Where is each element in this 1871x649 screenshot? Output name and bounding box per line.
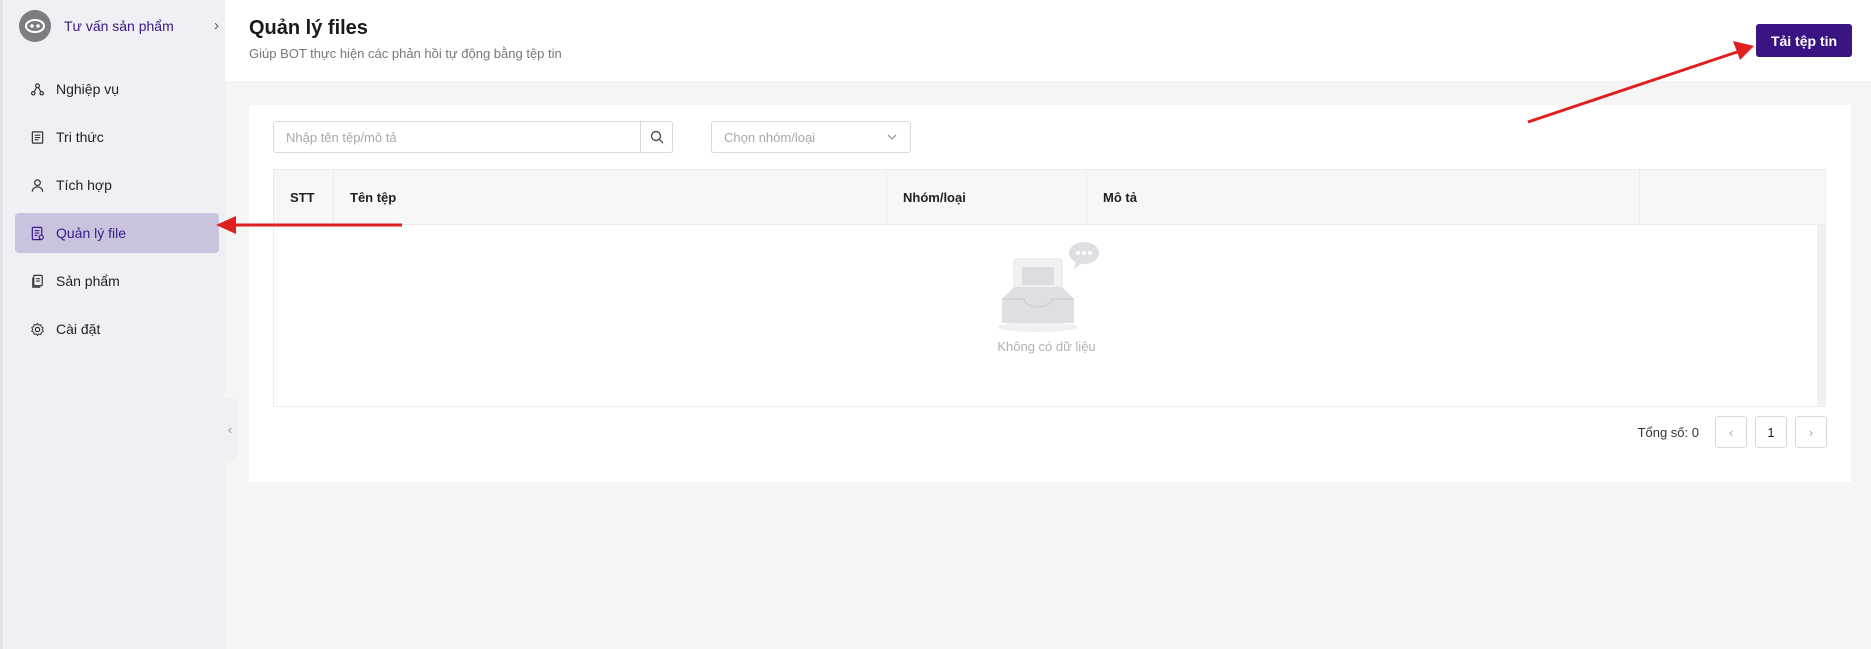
total-count: Tổng số: 0: [1637, 424, 1699, 440]
collapse-sidebar-button[interactable]: ‹: [222, 398, 238, 460]
bot-avatar: [19, 10, 51, 42]
prev-page-button[interactable]: ‹: [1715, 416, 1747, 448]
files-table: STT Tên tệp Nhóm/loại Mô tả Không có dữ …: [273, 169, 1826, 407]
sidebar-item-label: Cài đặt: [56, 321, 101, 337]
column-header-nhom-loai: Nhóm/loại: [887, 170, 1087, 225]
gear-icon: [29, 321, 45, 337]
table-scrollbar[interactable]: [1817, 225, 1825, 407]
bot-name: Tư vấn sản phẩm: [64, 18, 174, 34]
search-button[interactable]: [640, 122, 672, 152]
document-list-icon: [29, 129, 45, 145]
empty-inbox-icon: [997, 242, 1099, 332]
column-header-actions: [1640, 170, 1825, 225]
sidebar-menu: Nghiệp vụ Tri thức Tích hợp Quản lý file…: [15, 69, 219, 357]
sidebar-item-label: Tri thức: [56, 129, 104, 145]
group-select-placeholder: Chọn nhóm/loại: [724, 129, 816, 145]
sidebar-item-tich-hop[interactable]: Tích hợp: [15, 165, 219, 205]
sidebar-item-quan-ly-file[interactable]: Quản lý file: [15, 213, 219, 253]
product-icon: [29, 273, 45, 289]
bot-selector[interactable]: Tư vấn sản phẩm ›: [19, 10, 219, 42]
sidebar-item-label: Tích hợp: [56, 177, 112, 193]
page-header: Quản lý files Giúp BOT thực hiện các phả…: [225, 0, 1871, 81]
chevron-right-icon: ›: [1808, 424, 1814, 440]
sidebar-item-label: Nghiệp vụ: [56, 81, 120, 97]
file-manage-icon: [29, 225, 45, 241]
sidebar-item-nghiep-vu[interactable]: Nghiệp vụ: [15, 69, 219, 109]
empty-state-text: Không có dữ liệu: [997, 339, 1096, 354]
sidebar: Tư vấn sản phẩm › Nghiệp vụ Tri thức Tíc…: [0, 0, 225, 649]
upload-file-button[interactable]: Tải tệp tin: [1756, 24, 1852, 57]
chevron-right-icon: ›: [214, 17, 219, 34]
column-header-stt: STT: [274, 170, 334, 225]
column-header-ten-tep: Tên tệp: [334, 170, 887, 225]
chevron-left-icon: ‹: [227, 421, 233, 437]
sidebar-item-cai-dat[interactable]: Cài đặt: [15, 309, 219, 349]
pagination: Tổng số: 0 ‹ 1 ›: [1638, 416, 1827, 448]
robot-icon: [25, 19, 45, 33]
search-box: [273, 121, 673, 153]
nodes-icon: [29, 81, 45, 97]
sidebar-item-label: Quản lý file: [56, 225, 127, 241]
sidebar-item-label: Sản phẩm: [56, 273, 120, 289]
chevron-down-icon: [887, 134, 897, 140]
group-select[interactable]: Chọn nhóm/loại: [711, 121, 911, 153]
table-header: STT Tên tệp Nhóm/loại Mô tả: [274, 170, 1825, 225]
search-input[interactable]: [274, 122, 640, 152]
empty-state: Không có dữ liệu: [274, 225, 1819, 407]
page-subtitle: Giúp BOT thực hiện các phản hồi tự động …: [249, 46, 562, 61]
search-icon: [650, 130, 663, 144]
chevron-left-icon: ‹: [1728, 424, 1734, 440]
sidebar-item-san-pham[interactable]: Sản phẩm: [15, 261, 219, 301]
page-title: Quản lý files: [249, 17, 368, 39]
next-page-button[interactable]: ›: [1795, 416, 1827, 448]
column-header-mo-ta: Mô tả: [1087, 170, 1640, 225]
files-card: Chọn nhóm/loại STT Tên tệp Nhóm/loại Mô …: [249, 105, 1851, 482]
user-icon: [29, 177, 45, 193]
sidebar-item-tri-thuc[interactable]: Tri thức: [15, 117, 219, 157]
page-number-button[interactable]: 1: [1755, 416, 1787, 448]
